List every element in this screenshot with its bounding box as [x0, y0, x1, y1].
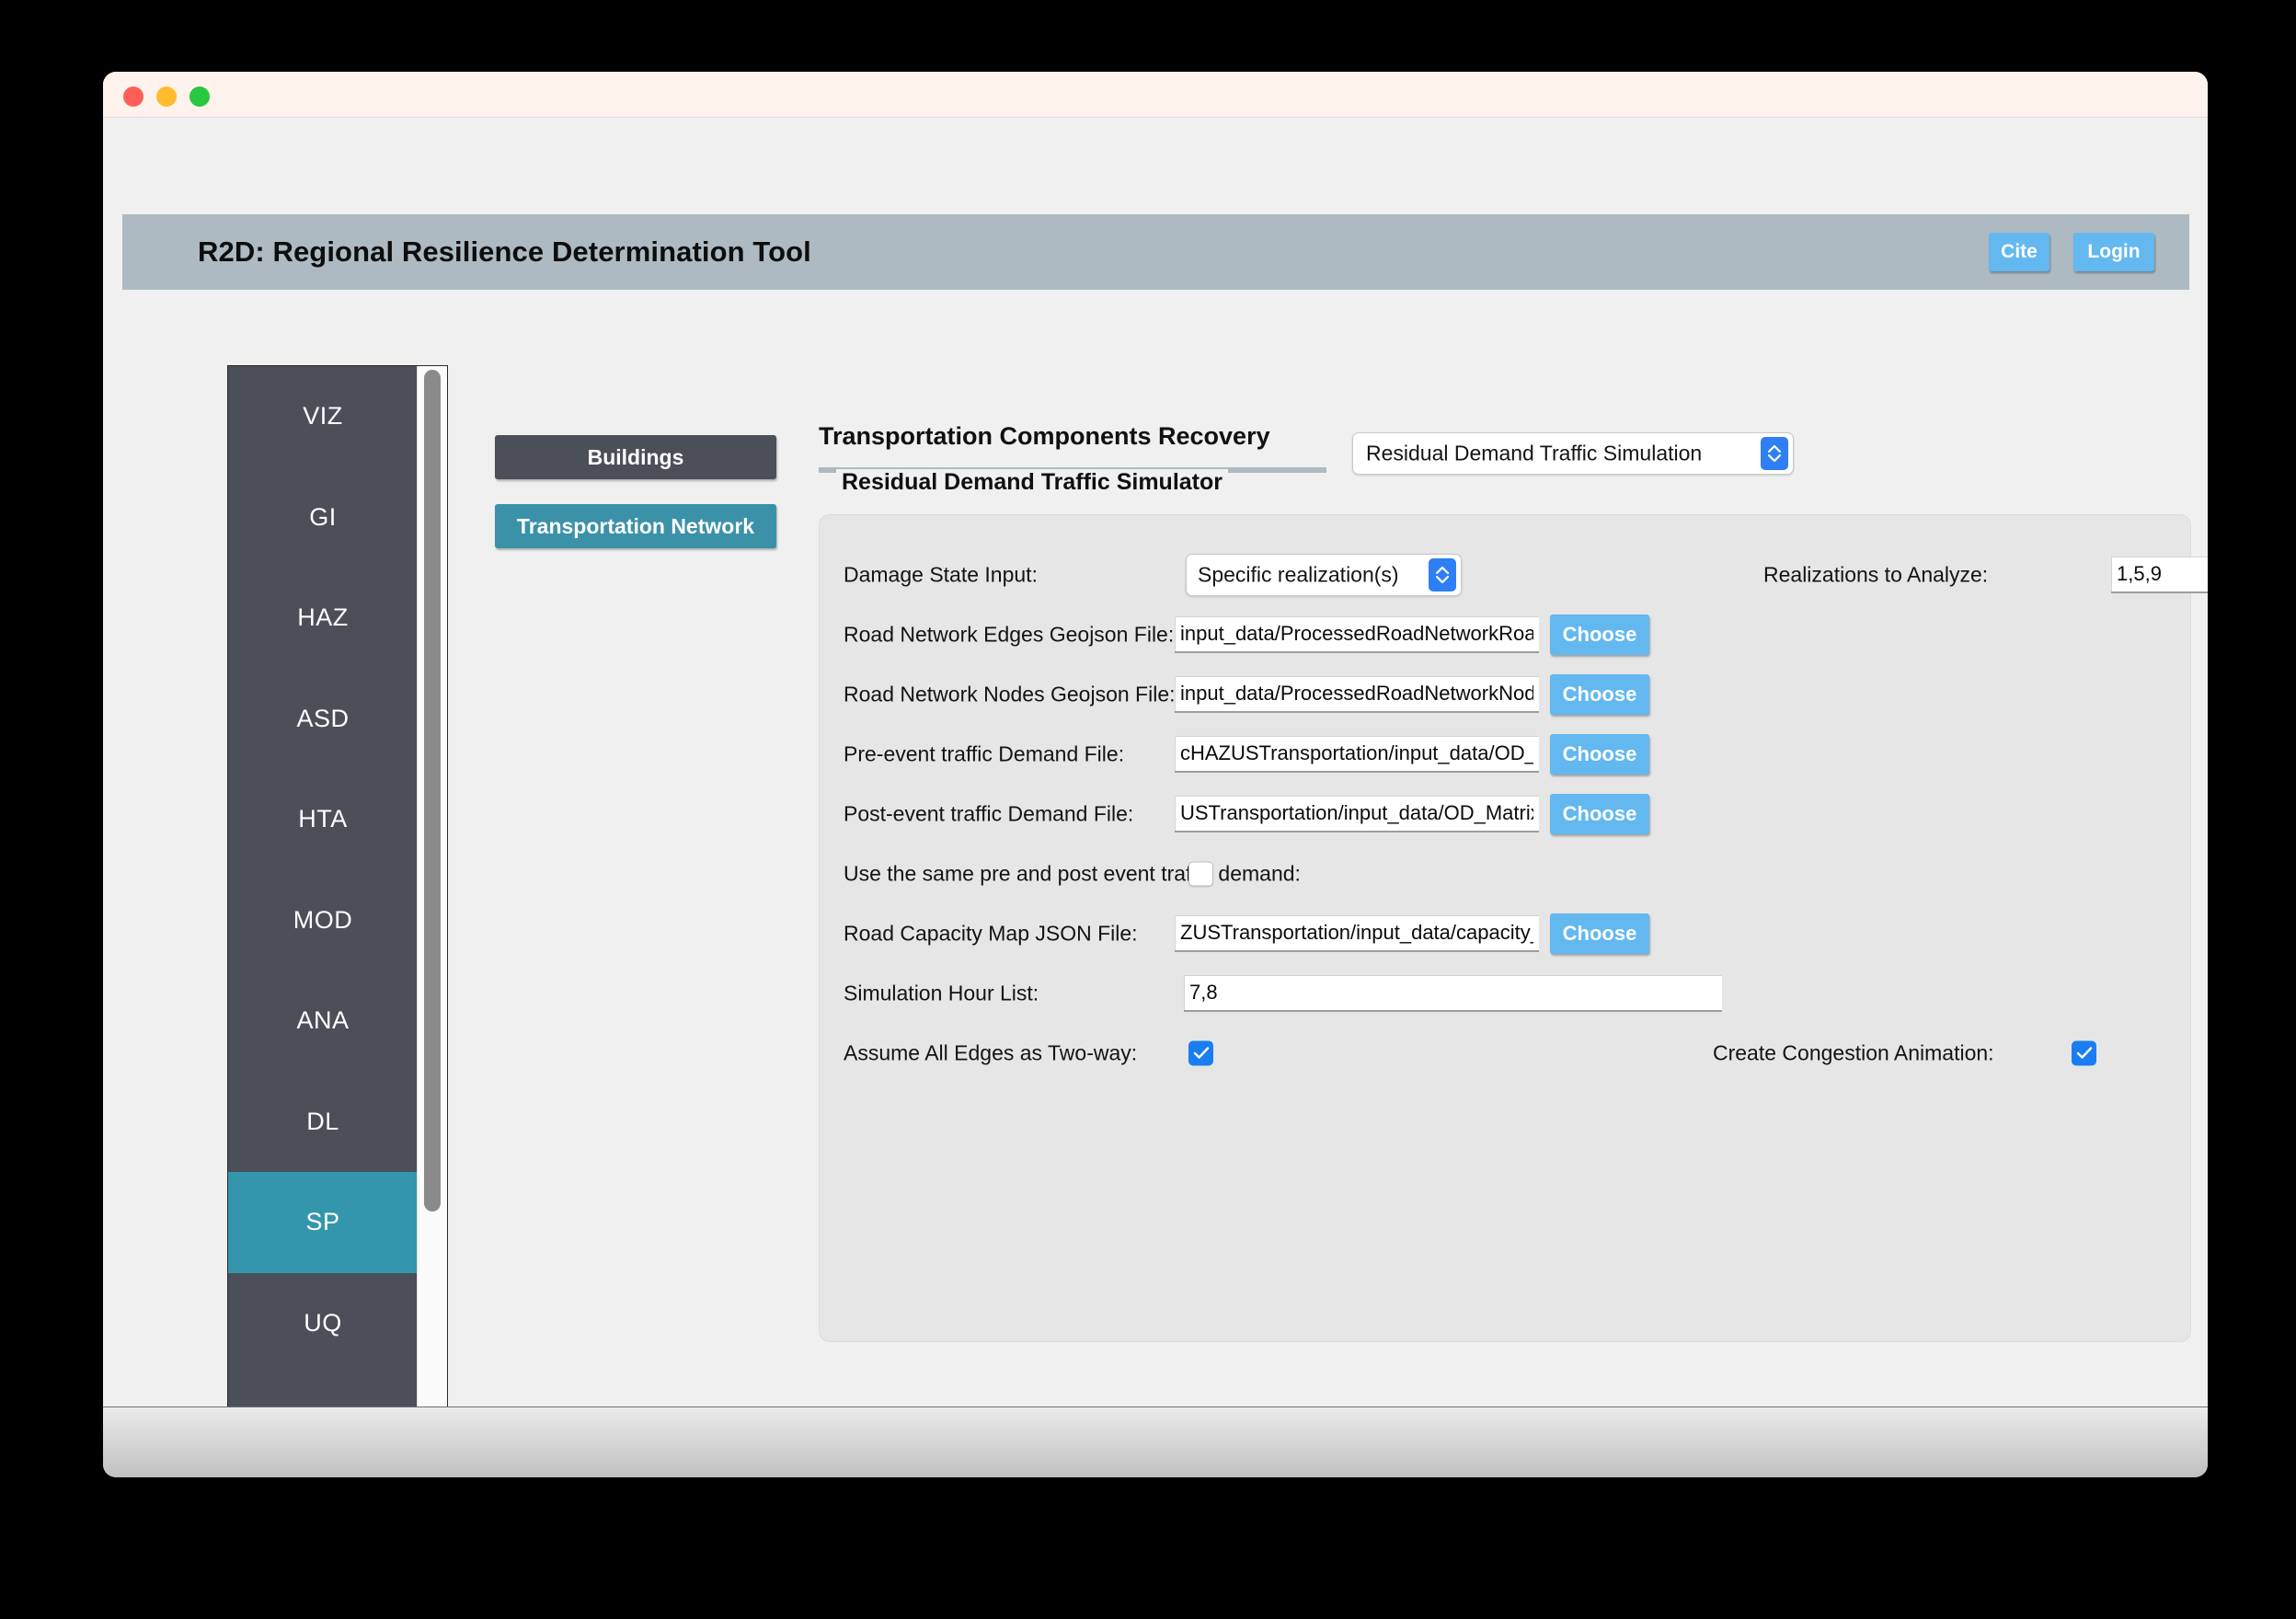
capacity-map-choose-button[interactable]: Choose — [1550, 913, 1649, 954]
same-demand-label: Use the same pre and post event traffic … — [844, 861, 1301, 885]
two-way-label: Assume All Edges as Two-way: — [844, 1040, 1138, 1064]
damage-state-label: Damage State Input: — [844, 562, 1038, 586]
nodes-geojson-choose-button[interactable]: Choose — [1550, 673, 1649, 715]
row-damage-state: Damage State Input: Specific realization… — [844, 545, 2208, 604]
sidebar-item-haz[interactable]: HAZ — [228, 568, 418, 669]
two-way-checkbox[interactable] — [1188, 1040, 1213, 1065]
sidebar-items: VIZ GI HAZ ASD HTA MOD ANA DL SP UQ RV — [228, 366, 418, 1466]
nodes-geojson-label: Road Network Nodes Geojson File: — [844, 682, 1176, 706]
simulation-hours-label: Simulation Hour List: — [844, 981, 1039, 1005]
row-two-way-congestion: Assume All Edges as Two-way: Create Cong… — [844, 1023, 2170, 1083]
row-post-event-demand: Post-event traffic Demand File: Choose — [844, 784, 2170, 844]
sidebar-item-mod[interactable]: MOD — [228, 869, 418, 970]
row-nodes-geojson: Road Network Nodes Geojson File: Choose — [844, 664, 2170, 724]
cite-button[interactable]: Cite — [1989, 233, 2049, 271]
residual-demand-groupbox: Residual Demand Traffic Simulator Damage… — [819, 469, 2208, 1342]
login-button[interactable]: Login — [2073, 233, 2154, 271]
capacity-map-input[interactable] — [1175, 914, 1539, 952]
post-event-demand-label: Post-event traffic Demand File: — [844, 801, 1134, 825]
realizations-label: Realizations to Analyze: — [1763, 562, 1989, 586]
simulator-select[interactable]: Residual Demand Traffic Simulation — [1352, 432, 1794, 475]
minimize-window-icon[interactable] — [156, 86, 177, 107]
simulation-hours-input[interactable] — [1184, 974, 1722, 1012]
same-demand-checkbox[interactable] — [1188, 861, 1213, 886]
window-footer — [103, 1407, 2208, 1477]
window-titlebar — [103, 72, 2208, 118]
close-window-icon[interactable] — [123, 86, 144, 107]
damage-state-select[interactable]: Specific realization(s) — [1186, 553, 1462, 596]
sidebar-item-uq[interactable]: UQ — [228, 1272, 418, 1373]
pre-event-demand-input[interactable] — [1175, 735, 1539, 773]
screen: R2D: Regional Resilience Determination T… — [0, 0, 2296, 1619]
pre-event-demand-label: Pre-event traffic Demand File: — [844, 741, 1125, 765]
chevron-updown-icon[interactable] — [1429, 557, 1456, 591]
page-title: Transportation Components Recovery — [819, 422, 1270, 450]
edges-geojson-label: Road Network Edges Geojson File: — [844, 622, 1175, 646]
row-same-demand: Use the same pre and post event traffic … — [844, 844, 2170, 903]
tab-transportation-network[interactable]: Transportation Network — [495, 504, 776, 548]
sidebar-item-ana[interactable]: ANA — [228, 970, 418, 1072]
tab-buildings[interactable]: Buildings — [495, 435, 776, 479]
app-title: R2D: Regional Resilience Determination T… — [198, 235, 811, 268]
row-capacity-map: Road Capacity Map JSON File: Choose — [844, 903, 2170, 963]
simulator-form: Damage State Input: Specific realization… — [844, 545, 2208, 1083]
sidebar-scrollbar[interactable] — [417, 366, 447, 1466]
row-simulation-hours: Simulation Hour List: — [844, 963, 2170, 1023]
row-pre-event-demand: Pre-event traffic Demand File: Choose — [844, 724, 2170, 784]
sidebar-item-dl[interactable]: DL — [228, 1071, 418, 1172]
sidebar-item-viz[interactable]: VIZ — [228, 366, 418, 467]
sidebar-item-hta[interactable]: HTA — [228, 769, 418, 870]
post-event-demand-input[interactable] — [1175, 795, 1539, 832]
chevron-updown-icon[interactable] — [1761, 437, 1788, 470]
row-edges-geojson: Road Network Edges Geojson File: Choose — [844, 604, 2170, 664]
window-body: R2D: Regional Resilience Determination T… — [103, 119, 2208, 1467]
nodes-geojson-input[interactable] — [1175, 675, 1539, 713]
realizations-input[interactable] — [2111, 556, 2208, 593]
edges-geojson-choose-button[interactable]: Choose — [1550, 614, 1649, 655]
post-event-demand-choose-button[interactable]: Choose — [1550, 793, 1649, 834]
app-header: R2D: Regional Resilience Determination T… — [122, 214, 2189, 290]
damage-state-select-value: Specific realization(s) — [1198, 562, 1399, 586]
pre-event-demand-choose-button[interactable]: Choose — [1550, 733, 1649, 775]
simulator-select-value: Residual Demand Traffic Simulation — [1366, 441, 1703, 465]
congestion-animation-label: Create Congestion Animation: — [1713, 1040, 1994, 1064]
capacity-map-label: Road Capacity Map JSON File: — [844, 921, 1138, 945]
edges-geojson-input[interactable] — [1175, 615, 1539, 653]
congestion-animation-checkbox[interactable] — [2072, 1040, 2096, 1065]
asset-type-tabs: Buildings Transportation Network — [495, 435, 776, 548]
sidebar-item-asd[interactable]: ASD — [228, 668, 418, 769]
groupbox-title: Residual Demand Traffic Simulator — [836, 469, 1228, 496]
application-window: R2D: Regional Resilience Determination T… — [103, 72, 2208, 1477]
sidebar-item-sp[interactable]: SP — [228, 1172, 418, 1273]
maximize-window-icon[interactable] — [189, 86, 210, 107]
sidebar-item-gi[interactable]: GI — [228, 466, 418, 568]
sidebar-scrollbar-thumb[interactable] — [424, 370, 441, 1211]
workflow-sidebar: VIZ GI HAZ ASD HTA MOD ANA DL SP UQ RV — [227, 365, 448, 1467]
